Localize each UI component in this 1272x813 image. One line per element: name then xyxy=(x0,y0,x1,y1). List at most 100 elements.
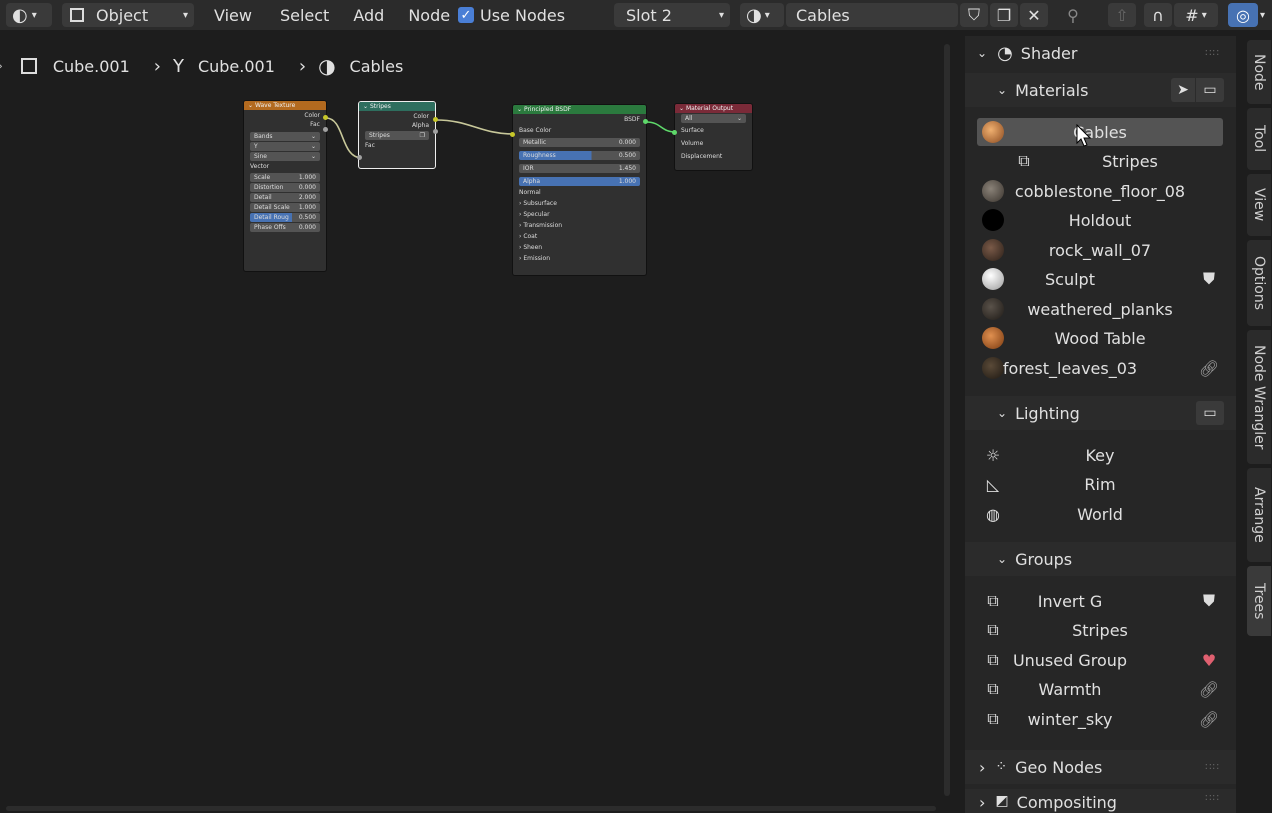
cursor-select-icon[interactable]: ➤ xyxy=(1171,78,1195,102)
principled-bsdf-node[interactable]: ⌄ Principled BSDF BSDF Base Color Metall… xyxy=(512,104,647,276)
field-detail[interactable]: Detail 2.000 xyxy=(250,193,320,202)
drag-handle-icon[interactable]: ∷∷ xyxy=(1205,762,1220,773)
panel-specular[interactable]: › Specular xyxy=(513,209,646,220)
duplicate-button[interactable]: ❐ xyxy=(990,3,1018,27)
material-item-cables[interactable]: Cables xyxy=(977,118,1223,146)
monitor-icon[interactable]: ▭ xyxy=(1196,78,1224,102)
link-icon[interactable]: 🔗︎ xyxy=(1198,708,1220,730)
drag-handle-icon[interactable]: ∷∷ xyxy=(1205,48,1220,59)
stripes-group-node[interactable]: ⌄ Stripes Color Alpha Stripes ❐ Fac xyxy=(358,101,436,169)
socket[interactable] xyxy=(323,127,328,132)
panel-sheen[interactable]: › Sheen xyxy=(513,242,646,253)
shield-icon[interactable]: ⛊ xyxy=(1198,590,1220,612)
chevron-down-icon: ⌄ xyxy=(977,46,988,60)
tab-options[interactable]: Options xyxy=(1247,240,1271,326)
panel-title: Materials xyxy=(1015,80,1089,100)
input-base-color: Base Color xyxy=(519,127,552,134)
heartbeat-icon[interactable]: ♥ xyxy=(1198,649,1220,671)
link-icon[interactable]: 🔗︎ xyxy=(1198,357,1220,379)
input-normal: Normal xyxy=(519,189,541,196)
tab-node[interactable]: Node xyxy=(1247,40,1271,104)
shader-panel-header[interactable]: ⌄ ◔ Shader ∷∷ xyxy=(965,36,1236,70)
field-detail-scale[interactable]: Detail Scale 1.000 xyxy=(250,203,320,212)
wave-type-dropdown[interactable]: Bands ⌄ xyxy=(250,132,320,141)
tab-view[interactable]: View xyxy=(1247,174,1271,236)
overlay-icon: ◎ xyxy=(1236,5,1250,25)
node-title: Principled BSDF xyxy=(523,106,572,113)
output-fac: Fac xyxy=(310,121,320,128)
panel-emission[interactable]: › Emission xyxy=(513,253,646,264)
monitor-icon[interactable]: ▭ xyxy=(1196,401,1224,425)
panel-transmission[interactable]: › Transmission xyxy=(513,220,646,231)
socket[interactable] xyxy=(643,119,648,124)
field-alpha[interactable]: Alpha 1.000 xyxy=(519,177,640,186)
link-icon[interactable]: 🔗︎ xyxy=(1198,678,1220,700)
material-output-node[interactable]: ⌄ Material Output All ⌄ Surface Volume Di… xyxy=(674,103,753,171)
chevron-right-icon: › xyxy=(979,757,986,777)
field-detail-roughness[interactable]: Detail Roug 0.500 xyxy=(250,213,320,222)
direction-dropdown[interactable]: Y ⌄ xyxy=(250,142,320,151)
wave-texture-node[interactable]: ⌄ Wave Texture Color Fac Bands ⌄ Y ⌄ Sine ⌄… xyxy=(243,100,327,272)
snap-toggle[interactable]: ∩ xyxy=(1144,3,1172,27)
material-item-wood-table[interactable]: Wood Table xyxy=(977,324,1223,352)
shield-icon[interactable]: ⛊ xyxy=(1198,268,1220,290)
chevron-down-icon: ⌄ xyxy=(997,406,1008,420)
field-roughness[interactable]: Roughness 0.500 xyxy=(519,151,640,160)
groups-subpanel-header[interactable]: ⌄ Groups xyxy=(965,542,1236,576)
overlays-button[interactable]: ◎ xyxy=(1228,3,1258,27)
parent-tree-button[interactable]: ⇧ xyxy=(1108,3,1136,27)
tab-arrange[interactable]: Arrange xyxy=(1247,468,1271,562)
tab-node-wrangler[interactable]: Node Wrangler xyxy=(1247,330,1271,464)
profile-dropdown[interactable]: Sine ⌄ xyxy=(250,152,320,161)
node-title: Material Output xyxy=(685,105,734,112)
materials-subpanel-header[interactable]: ⌄ Materials ➤ ▭ xyxy=(965,73,1236,107)
snap-target-dropdown[interactable]: # ▾ xyxy=(1174,3,1218,27)
shield-icon: ⛉ xyxy=(967,5,980,24)
field-scale[interactable]: Scale 1.000 xyxy=(250,173,320,182)
tab-tool[interactable]: Tool xyxy=(1247,108,1271,170)
field-distortion[interactable]: Distortion 0.000 xyxy=(250,183,320,192)
socket[interactable] xyxy=(672,130,677,135)
input-displacement: Displacement xyxy=(681,153,723,160)
close-icon: ✕ xyxy=(1027,5,1041,25)
geo-nodes-panel-header[interactable]: › ⁘ Geo Nodes ∷∷ xyxy=(965,750,1236,784)
light-item-world[interactable]: ◍ World xyxy=(977,500,1223,528)
material-item-forest-leaves[interactable]: forest_leaves_03 🔗︎ xyxy=(977,354,1223,382)
light-item-key[interactable]: ☼ Key xyxy=(977,441,1223,469)
collapse-chevron-icon: ⌄ xyxy=(679,105,685,112)
socket[interactable] xyxy=(433,129,438,134)
compositing-panel-header[interactable]: › ◩ Compositing ∷∷ xyxy=(965,789,1236,813)
socket[interactable] xyxy=(510,132,515,137)
unlink-button[interactable]: ✕ xyxy=(1020,3,1048,27)
material-item-cobblestone[interactable]: cobblestone_floor_08 xyxy=(977,177,1223,205)
target-dropdown[interactable]: All ⌄ xyxy=(681,114,746,123)
panel-subsurface[interactable]: › Subsurface xyxy=(513,198,646,209)
socket[interactable] xyxy=(323,115,328,120)
group-item-warmth[interactable]: ⧉ Warmth 🔗︎ xyxy=(977,675,1223,703)
light-item-rim[interactable]: ◺ Rim xyxy=(977,470,1223,498)
group-item-stripes[interactable]: ⧉ Stripes xyxy=(977,616,1223,644)
group-item-unused-group[interactable]: ⧉ Unused Group ♥ xyxy=(977,646,1223,674)
material-item-stripes[interactable]: ⧉ Stripes xyxy=(977,147,1223,175)
pin-button[interactable]: ⚲ xyxy=(1060,3,1086,27)
group-item-winter-sky[interactable]: ⧉ winter_sky 🔗︎ xyxy=(977,705,1223,733)
material-item-weathered-planks[interactable]: weathered_planks xyxy=(977,295,1223,323)
lighting-subpanel-header[interactable]: ⌄ Lighting ▭ xyxy=(965,396,1236,430)
horizontal-scrollbar[interactable] xyxy=(6,806,936,811)
socket[interactable] xyxy=(357,155,362,160)
group-item-invert-g[interactable]: ⧉ Invert G ⛊ xyxy=(977,587,1223,615)
field-ior[interactable]: IOR 1.450 xyxy=(519,164,640,173)
socket[interactable] xyxy=(433,117,438,122)
drag-handle-icon[interactable]: ∷∷ xyxy=(1205,793,1220,804)
fake-user-button[interactable]: ⛉ xyxy=(960,3,988,27)
panel-coat[interactable]: › Coat xyxy=(513,231,646,242)
overlays-dropdown[interactable]: ▾ xyxy=(1260,3,1272,27)
material-item-sculpt[interactable]: Sculpt ⛊ xyxy=(977,265,1223,293)
material-item-holdout[interactable]: Holdout xyxy=(977,206,1223,234)
material-item-rock-wall[interactable]: rock_wall_07 xyxy=(977,236,1223,264)
panel-title: Compositing xyxy=(1016,793,1117,812)
group-datablock-field[interactable]: Stripes ❐ xyxy=(365,131,429,140)
field-phase-offset[interactable]: Phase Offs 0.000 xyxy=(250,223,320,232)
tab-trees[interactable]: Trees xyxy=(1247,566,1271,636)
field-metallic[interactable]: Metallic 0.000 xyxy=(519,138,640,147)
